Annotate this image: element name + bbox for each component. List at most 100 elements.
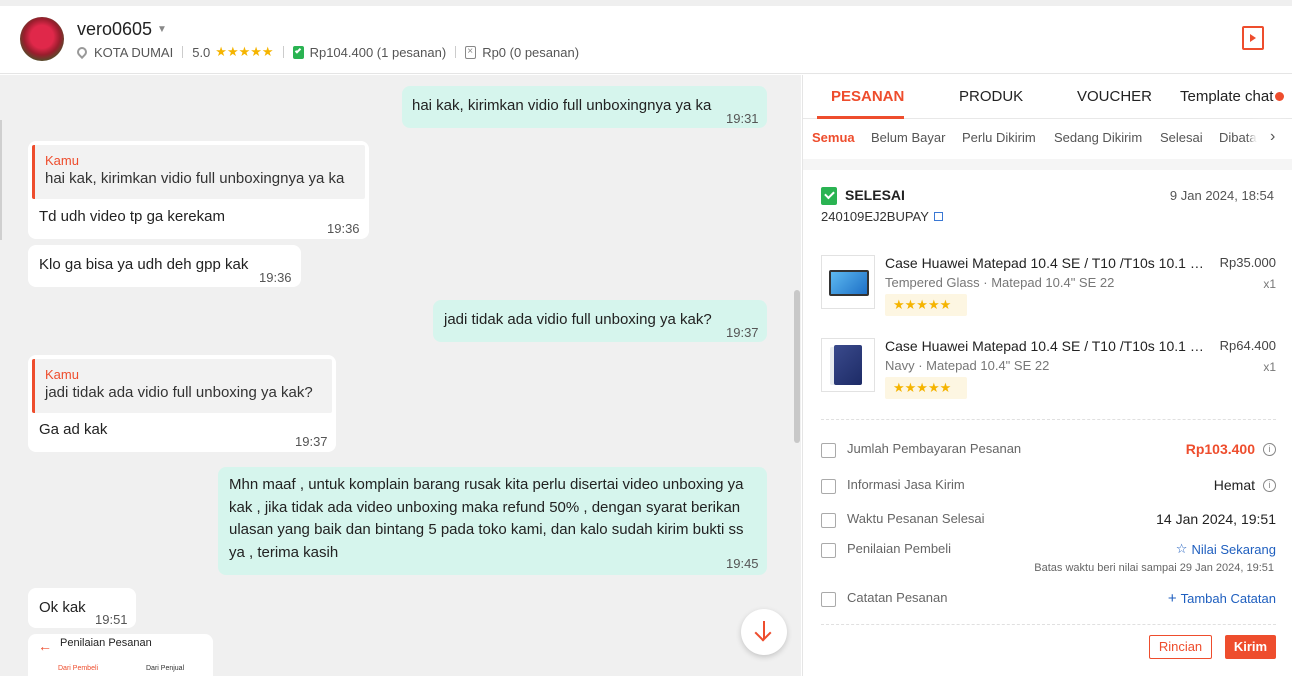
chevron-down-icon[interactable]: ▼ — [157, 24, 167, 35]
card-tab-buyer: Dari Pembeli — [58, 665, 99, 672]
cancelled-order-icon: × — [465, 45, 477, 59]
external-link-icon[interactable] — [933, 212, 943, 221]
subtab-selesai[interactable]: Selesai — [1160, 130, 1203, 145]
subtab-dibatalkan[interactable]: Dibata — [1219, 130, 1257, 145]
product-variant: Navy · Matepad 10.4" SE 22 — [885, 358, 1050, 373]
message-incoming[interactable]: Kamu hai kak, kirimkan vidio full unboxi… — [28, 141, 369, 239]
card-title: Penilaian Pesanan — [60, 637, 152, 649]
note-action: Tambah Catatan — [1180, 591, 1276, 606]
payment-icon — [821, 443, 836, 458]
message-text: Td udh video tp ga kerekam — [39, 208, 225, 225]
username[interactable]: vero0605 — [77, 19, 152, 40]
message-text: Ok kak — [39, 599, 86, 616]
subtab-perlu-dikirim[interactable]: Perlu Dikirim — [962, 130, 1036, 145]
message-time: 19:36 — [259, 270, 292, 285]
note-label: Catatan Pesanan — [847, 590, 948, 605]
chevron-right-icon: › — [1270, 128, 1276, 145]
order-date: 9 Jan 2024, 18:54 — [1169, 188, 1274, 203]
message-incoming[interactable]: Kamu jadi tidak ada vidio full unboxing … — [28, 355, 336, 452]
order-panel: PESANAN PRODUK VOUCHER Template chat Sem… — [802, 75, 1292, 676]
buyer-rating: 5.0 — [192, 44, 211, 60]
subtab-semua[interactable]: Semua — [812, 130, 855, 145]
message-time: 19:36 — [327, 221, 360, 236]
message-text: Klo ga bisa ya udh deh gpp kak — [39, 256, 249, 273]
order-id-text: 240109EJ2BUPAY — [821, 209, 929, 224]
order-note-row: Catatan Pesanan + Tambah Catatan — [821, 590, 1276, 612]
tab-produk[interactable]: PRODUK — [959, 88, 1023, 105]
order-status-filter: Semua Belum Bayar Perlu Dikirim Sedang D… — [803, 119, 1292, 159]
message-outgoing[interactable]: Mhn maaf , untuk komplain barang rusak k… — [218, 467, 767, 575]
order-id: 240109EJ2BUPAY — [821, 209, 943, 224]
shipping-value: Hemat i — [1214, 477, 1276, 493]
completed-orders: Rp104.400 (1 pesanan) — [309, 44, 447, 60]
review-label: Penilaian Pembeli — [847, 541, 952, 556]
message-text: Mhn maaf , untuk komplain barang rusak k… — [229, 476, 744, 561]
subtab-sedang-dikirim[interactable]: Sedang Dikirim — [1054, 130, 1142, 145]
section-gap — [803, 159, 1292, 170]
message-time: 19:37 — [295, 434, 328, 449]
arrow-down-icon-head — [754, 624, 772, 642]
message-outgoing[interactable]: hai kak, kirimkan vidio full unboxingnya… — [402, 86, 767, 128]
message-outgoing[interactable]: jadi tidak ada vidio full unboxing ya ka… — [433, 300, 767, 342]
shipping-label: Informasi Jasa Kirim — [847, 477, 965, 492]
buyer-review-row: Penilaian Pembeli ☆ Nilai Sekarang — [821, 541, 1276, 563]
product-price: Rp64.400 — [1219, 338, 1276, 353]
chat-edge — [0, 120, 2, 240]
arrow-left-icon: ← — [38, 638, 52, 654]
order-product[interactable]: Case Huawei Matepad 10.4 SE / T10 /T10s … — [821, 255, 1276, 316]
order-product[interactable]: Case Huawei Matepad 10.4 SE / T10 /T10s … — [821, 338, 1276, 399]
quoted-message[interactable]: Kamu hai kak, kirimkan vidio full unboxi… — [32, 145, 365, 199]
quoted-message[interactable]: Kamu jadi tidak ada vidio full unboxing … — [32, 359, 332, 413]
info-icon[interactable]: i — [1263, 442, 1276, 456]
payment-label: Jumlah Pembayaran Pesanan — [847, 441, 1022, 456]
tab-pesanan[interactable]: PESANAN — [831, 88, 904, 105]
location-pin-icon — [74, 44, 90, 60]
product-qty: x1 — [1263, 360, 1276, 374]
rating-stars-icon: ★★★★★ — [215, 44, 274, 59]
cancelled-orders: Rp0 (0 pesanan) — [482, 44, 580, 60]
tab-template-chat[interactable]: Template chat — [1180, 88, 1273, 105]
chat-scrollbar[interactable] — [794, 290, 800, 443]
chat-area[interactable]: hai kak, kirimkan vidio full unboxingnya… — [0, 75, 801, 676]
product-name: Case Huawei Matepad 10.4 SE / T10 /T10s … — [885, 255, 1205, 271]
shipping-row: Informasi Jasa Kirim Hemat i — [821, 477, 1276, 499]
message-incoming[interactable]: Klo ga bisa ya udh deh gpp kak 19:36 — [28, 245, 301, 287]
calendar-check-icon — [821, 513, 836, 528]
divider — [821, 419, 1276, 420]
message-time: 19:45 — [726, 556, 759, 571]
message-incoming[interactable]: Ok kak 19:51 — [28, 588, 136, 628]
review-now-link[interactable]: ☆ Nilai Sekarang — [1176, 541, 1276, 557]
message-time: 19:37 — [726, 325, 759, 340]
collapse-panel-icon[interactable] — [1242, 26, 1264, 50]
review-deadline: Batas waktu beri nilai sampai 29 Jan 202… — [1034, 562, 1274, 574]
quote-text: jadi tidak ada vidio full unboxing ya ka… — [45, 384, 313, 401]
product-price: Rp35.000 — [1219, 255, 1276, 270]
review-card-preview[interactable]: ← Penilaian Pesanan Dari Pembeli Dari Pe… — [28, 634, 213, 676]
avatar[interactable] — [20, 17, 64, 61]
details-button[interactable]: Rincian — [1149, 635, 1212, 659]
completed-time-row: Waktu Pesanan Selesai 14 Jan 2024, 19:51 — [821, 511, 1276, 533]
add-note-link[interactable]: + Tambah Catatan — [1168, 590, 1276, 607]
buyer-location: KOTA DUMAI — [94, 44, 174, 60]
divider — [821, 624, 1276, 625]
message-text: Ga ad kak — [39, 421, 108, 438]
info-icon[interactable]: i — [1263, 478, 1276, 492]
subtab-belum-bayar[interactable]: Belum Bayar — [871, 130, 945, 145]
scroll-down-button[interactable] — [741, 609, 787, 655]
subtab-scroll-right[interactable]: › — [1258, 123, 1292, 155]
send-button[interactable]: Kirim — [1225, 635, 1276, 659]
divider — [282, 46, 284, 58]
shipping-service: Hemat — [1213, 477, 1255, 493]
product-rating-stars-icon: ★★★★★ — [885, 294, 967, 316]
product-image — [821, 338, 875, 392]
order-status: SELESAI — [845, 187, 905, 203]
divider — [455, 46, 457, 58]
product-variant: Tempered Glass · Matepad 10.4" SE 22 — [885, 275, 1115, 290]
note-icon — [821, 592, 836, 607]
review-action: Nilai Sekarang — [1191, 541, 1276, 557]
truck-icon — [821, 479, 836, 494]
star-outline-icon: ☆ — [1175, 541, 1188, 556]
message-time: 19:51 — [95, 612, 128, 627]
tab-voucher[interactable]: VOUCHER — [1077, 88, 1152, 105]
completed-value: 14 Jan 2024, 19:51 — [1156, 511, 1276, 527]
